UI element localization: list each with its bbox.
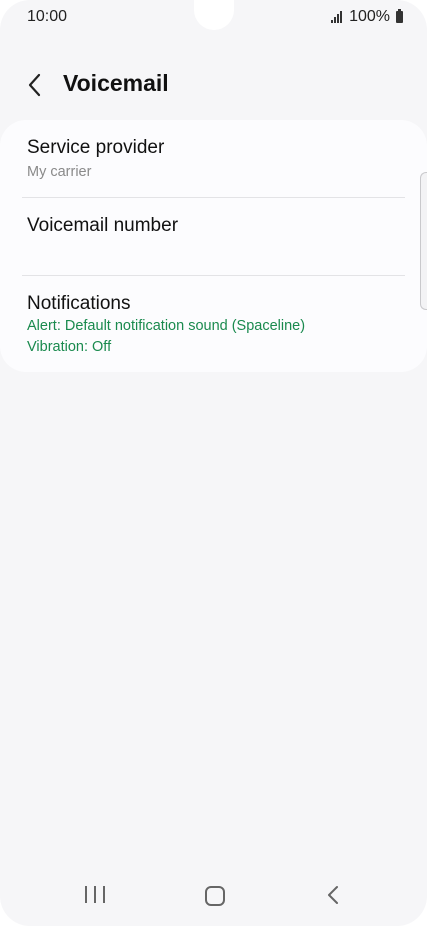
battery-icon [396, 9, 403, 23]
signal-icon [331, 11, 343, 23]
status-bar: 10:00 100% [0, 0, 427, 34]
service-provider-item[interactable]: Service provider My carrier [0, 120, 427, 197]
status-indicators: 100% [331, 8, 403, 26]
notifications-title: Notifications [27, 293, 131, 314]
home-icon[interactable] [205, 886, 225, 906]
status-time: 10:00 [27, 8, 68, 25]
battery-percent: 100% [349, 8, 390, 25]
voicemail-number-title: Voicemail number [27, 215, 179, 236]
back-icon[interactable] [324, 884, 344, 906]
app-header: Voicemail [0, 60, 427, 110]
back-button[interactable] [18, 68, 52, 102]
notifications-alert: Alert: Default notification sound (Space… [27, 318, 306, 334]
service-provider-value: My carrier [27, 164, 92, 180]
voicemail-number-item[interactable]: Voicemail number [0, 198, 427, 275]
camera-notch [194, 0, 234, 30]
scroll-handle[interactable] [420, 172, 427, 310]
notifications-vibration: Vibration: Off [27, 339, 112, 355]
page-title: Voicemail [63, 70, 169, 96]
phone-screen: 10:00 100% Voicemail Service provider My… [0, 0, 427, 926]
notifications-item[interactable]: Notifications Alert: Default notificatio… [0, 276, 427, 372]
recent-apps-icon[interactable] [85, 886, 105, 904]
chevron-left-icon [28, 73, 41, 97]
service-provider-title: Service provider [27, 137, 165, 158]
settings-card: Service provider My carrier Voicemail nu… [0, 120, 427, 372]
navigation-bar [0, 878, 427, 926]
